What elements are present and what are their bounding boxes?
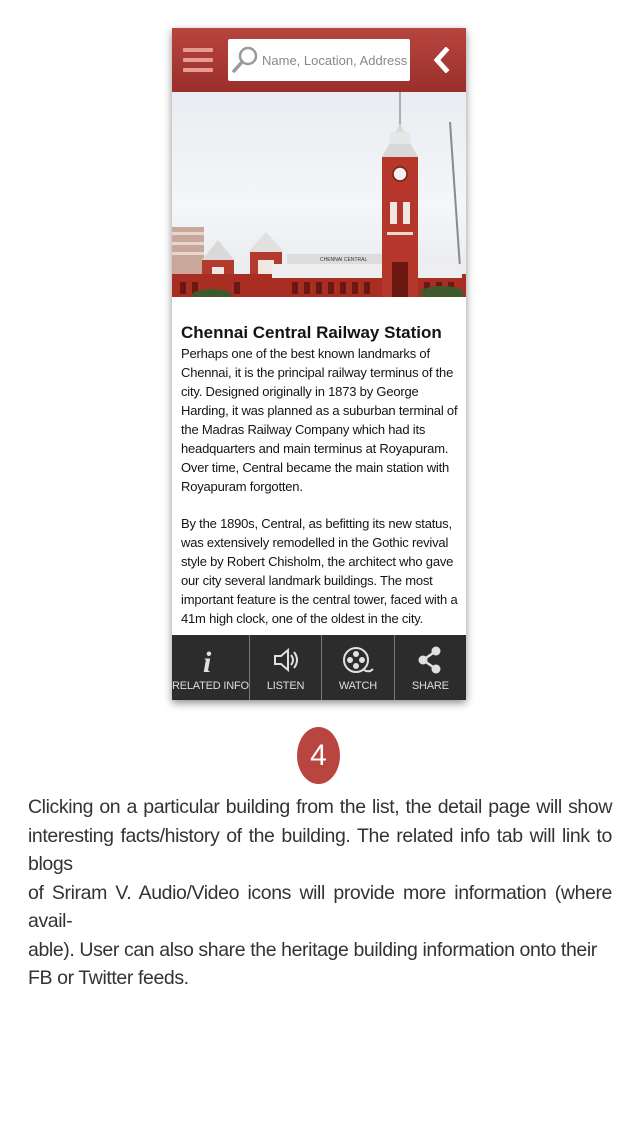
hamburger-line bbox=[183, 68, 213, 72]
description-line: able). User can also share the heritage … bbox=[28, 938, 597, 961]
tab-label: RELATED INFO bbox=[172, 680, 249, 692]
search-input[interactable] bbox=[262, 39, 408, 81]
info-icon: i bbox=[203, 646, 212, 675]
tab-label: SHARE bbox=[411, 680, 449, 692]
hero-sign-text: CHENNAI CENTRAL bbox=[320, 257, 367, 263]
chevron-left-icon bbox=[433, 47, 450, 73]
share-icon bbox=[418, 646, 441, 674]
tab-label: LISTEN bbox=[266, 680, 305, 692]
menu-button[interactable] bbox=[172, 28, 224, 92]
bottom-tab-bar: i RELATED INFO LISTEN WATCH SHARE bbox=[172, 635, 466, 700]
description-line: interesting facts/history of the buildin… bbox=[28, 824, 612, 876]
top-bar bbox=[172, 28, 466, 92]
building-photo: CHENNAI CENTRAL bbox=[172, 92, 466, 301]
tab-watch[interactable]: WATCH bbox=[322, 635, 395, 700]
detail-paragraph: Perhaps one of the best known landmarks … bbox=[181, 346, 458, 494]
step-description: Clicking on a particular building from t… bbox=[28, 793, 612, 993]
detail-content: Chennai Central Railway Station Perhaps … bbox=[181, 318, 461, 635]
step-number-badge: 4 bbox=[297, 727, 340, 784]
search-icon bbox=[232, 46, 258, 73]
phone-screen: CHENNAI CENTRAL bbox=[172, 28, 466, 700]
hamburger-menu-icon bbox=[183, 48, 213, 52]
description-line: FB or Twitter feeds. bbox=[28, 967, 189, 989]
svg-text:i: i bbox=[203, 646, 212, 675]
description-line: Clicking on a particular building from t… bbox=[28, 796, 612, 818]
description-line: of Sriram V. Audio/Video icons will prov… bbox=[28, 881, 612, 933]
hamburger-line bbox=[183, 58, 213, 62]
detail-paragraph: By the 1890s, Central, as befitting its … bbox=[181, 516, 458, 626]
film-reel-icon bbox=[342, 647, 374, 673]
tab-listen[interactable]: LISTEN bbox=[250, 635, 323, 700]
search-box bbox=[228, 39, 410, 81]
tab-share[interactable]: SHARE bbox=[395, 635, 466, 700]
building-illustration: CHENNAI CENTRAL bbox=[172, 92, 466, 301]
speaker-icon bbox=[273, 647, 298, 673]
tab-label: WATCH bbox=[338, 680, 377, 692]
building-title: Chennai Central Railway Station bbox=[181, 323, 442, 342]
tab-related-info[interactable]: i RELATED INFO bbox=[172, 635, 250, 700]
back-button[interactable] bbox=[416, 28, 466, 92]
